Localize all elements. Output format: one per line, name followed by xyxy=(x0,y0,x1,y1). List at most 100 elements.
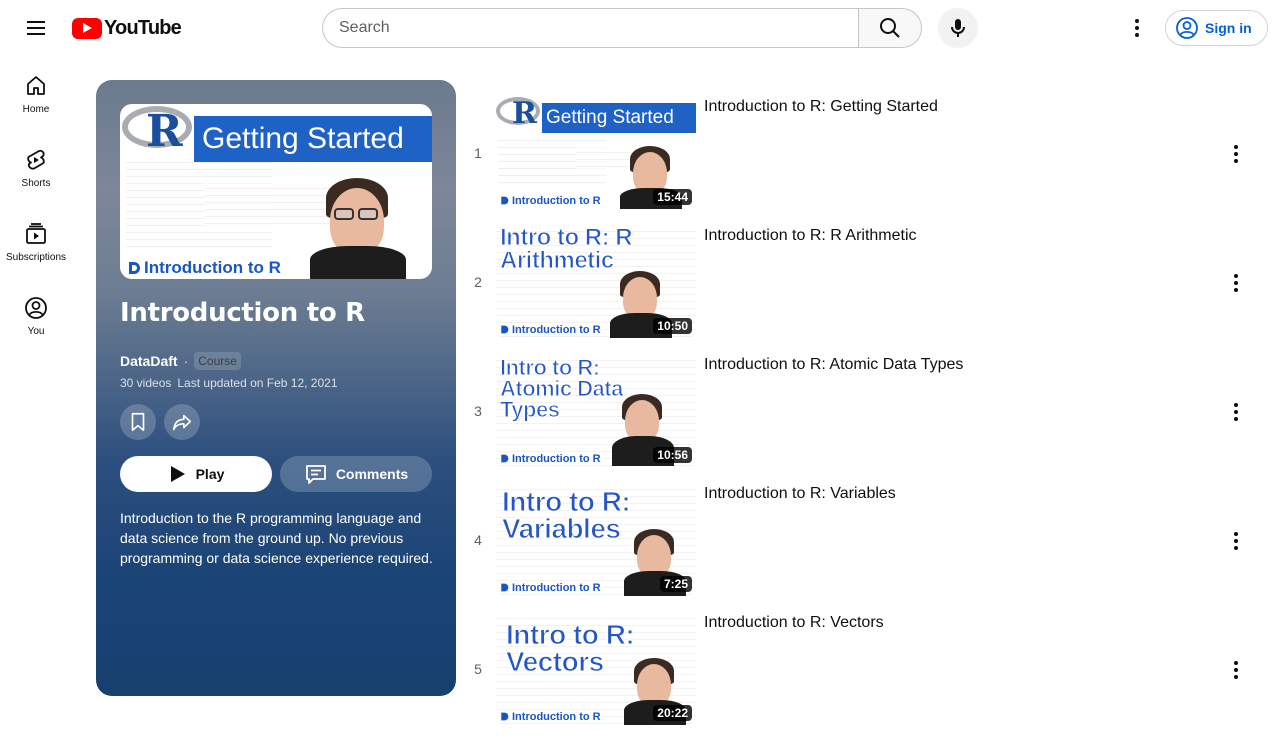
video-thumbnail[interactable]: Intro to R: Atomic Data Types Introducti… xyxy=(496,354,696,467)
video-title-link[interactable]: Introduction to R: Getting Started xyxy=(704,98,938,116)
nav-label-you: You xyxy=(27,326,45,337)
thumb-intro-tag: Introduction to R xyxy=(498,452,603,465)
thumb-intro-tag-text: Introduction to R xyxy=(512,194,601,207)
thumb-banner: Getting Started xyxy=(542,103,696,133)
nav-label-subscriptions: Subscriptions xyxy=(5,252,67,263)
thumb-intro-tag-text: Introduction to R xyxy=(512,710,601,723)
playlist-actions xyxy=(120,404,200,440)
nav-item-you[interactable]: You xyxy=(0,278,72,352)
search-box xyxy=(322,8,922,48)
logo-text: YouTube xyxy=(104,16,182,39)
shorts-icon xyxy=(27,149,45,170)
video-action-menu-button[interactable] xyxy=(1216,392,1256,432)
r-logo: R xyxy=(512,96,537,131)
course-badge: Course xyxy=(194,352,241,370)
search-input[interactable] xyxy=(322,8,859,48)
nav-label-home: Home xyxy=(22,104,50,115)
datadaft-logo-icon xyxy=(129,262,140,274)
thumb-intro-tag-text: Introduction to R xyxy=(512,581,601,594)
more-vert-icon xyxy=(1135,19,1139,37)
video-thumbnail[interactable]: Intro to R: Vectors Introduction to R 20… xyxy=(496,612,696,725)
thumb-person-glasses-2 xyxy=(358,208,378,220)
playlist-buttons: Play Comments xyxy=(120,456,432,492)
comments-button[interactable]: Comments xyxy=(280,456,432,492)
play-label: Play xyxy=(195,466,225,482)
more-vert-icon xyxy=(1234,403,1238,421)
playlist-video-list: 1 R Getting Started Introduction to R 15… xyxy=(464,96,1280,741)
video-index: 2 xyxy=(474,273,482,290)
hamburger-icon xyxy=(27,21,45,35)
playlist-thumbnail[interactable]: R Getting Started Introduction to R xyxy=(120,104,432,279)
thumb-person-face xyxy=(330,188,384,254)
video-action-menu-button[interactable] xyxy=(1216,263,1256,303)
playlist-description: Introduction to the R programming langua… xyxy=(120,510,433,566)
thumb-intro-tag: Introduction to R xyxy=(498,581,603,594)
thumb-person-shirt xyxy=(310,246,406,279)
owner-separator: · xyxy=(183,353,189,369)
more-vert-icon xyxy=(1234,145,1238,163)
nav-item-home[interactable]: Home xyxy=(0,56,72,130)
sign-in-button[interactable]: Sign in xyxy=(1165,10,1268,46)
thumb-intro-tag-text: Introduction to R xyxy=(144,258,281,277)
settings-menu-button[interactable] xyxy=(1117,8,1157,48)
playlist-video-row[interactable]: 3 Intro to R: Atomic Data Types Introduc… xyxy=(464,354,1280,483)
video-thumbnail[interactable]: R Getting Started Introduction to R 15:4… xyxy=(496,96,696,209)
last-updated: Last updated on Feb 12, 2021 xyxy=(177,376,338,390)
nav-item-shorts[interactable]: Shorts xyxy=(0,130,72,204)
sign-in-label: Sign in xyxy=(1205,20,1252,36)
thumb-big-text: Intro to R: Variables xyxy=(502,486,632,544)
search-icon xyxy=(880,18,900,38)
playlist-meta: 30 videos Last updated on Feb 12, 2021 xyxy=(120,376,338,390)
thumb-intro-tag: Introduction to R xyxy=(498,710,603,723)
share-icon xyxy=(172,414,192,431)
nav-label-shorts: Shorts xyxy=(21,178,51,189)
play-all-button[interactable]: Play xyxy=(120,456,272,492)
owner-name-link[interactable]: DataDaft xyxy=(120,353,178,369)
microphone-icon xyxy=(951,19,965,37)
thumb-banner: Getting Started xyxy=(194,116,432,162)
video-action-menu-button[interactable] xyxy=(1216,521,1256,561)
save-playlist-button[interactable] xyxy=(120,404,156,440)
search-button[interactable] xyxy=(858,8,922,48)
playlist-video-row[interactable]: 5 Intro to R: Vectors Introduction to R … xyxy=(464,612,1280,741)
playlist-video-row[interactable]: 4 Intro to R: Variables Introduction to … xyxy=(464,483,1280,612)
more-vert-icon xyxy=(1234,532,1238,550)
thumb-intro-tag: Introduction to R xyxy=(124,258,284,278)
nav-item-subscriptions[interactable]: Subscriptions xyxy=(0,204,72,278)
duration-badge: 15:44 xyxy=(653,189,692,205)
voice-search-button[interactable] xyxy=(938,8,978,48)
duration-badge: 10:50 xyxy=(653,318,692,334)
video-index: 5 xyxy=(474,660,482,677)
share-button[interactable] xyxy=(164,404,200,440)
video-title-link[interactable]: Introduction to R: Vectors xyxy=(704,614,884,632)
more-vert-icon xyxy=(1234,661,1238,679)
duration-badge: 10:56 xyxy=(653,447,692,463)
playlist-title: Introduction to R xyxy=(120,298,365,328)
video-title-link[interactable]: Introduction to R: Variables xyxy=(704,485,896,503)
playlist-video-row[interactable]: 2 Intro to R: R Arithmetic Introduction … xyxy=(464,225,1280,354)
video-action-menu-button[interactable] xyxy=(1216,650,1256,690)
playlist-header: R Getting Started Introduction to R Intr… xyxy=(96,80,456,696)
video-title-link[interactable]: Introduction to R: R Arithmetic xyxy=(704,227,917,245)
duration-badge: 20:22 xyxy=(653,705,692,721)
datadaft-logo-icon xyxy=(501,583,509,592)
comment-icon xyxy=(305,465,326,484)
playlist-video-row[interactable]: 1 R Getting Started Introduction to R 15… xyxy=(464,96,1280,225)
video-thumbnail[interactable]: Intro to R: Variables Introduction to R … xyxy=(496,483,696,596)
video-thumbnail[interactable]: Intro to R: R Arithmetic Introduction to… xyxy=(496,225,696,338)
home-icon xyxy=(27,76,45,95)
video-index: 1 xyxy=(474,144,482,161)
youtube-play-icon xyxy=(72,17,102,39)
video-action-menu-button[interactable] xyxy=(1216,134,1256,174)
video-title-link[interactable]: Introduction to R: Atomic Data Types xyxy=(704,356,963,374)
mini-guide: Home Shorts Subscriptions You xyxy=(0,56,72,352)
bookmark-icon xyxy=(131,412,145,432)
guide-menu-button[interactable] xyxy=(16,8,56,48)
thumb-intro-tag: Introduction to R xyxy=(498,194,603,207)
comments-label: Comments xyxy=(335,466,409,482)
r-logo: R xyxy=(146,106,183,157)
thumb-person-glasses xyxy=(334,208,354,220)
youtube-logo[interactable]: YouTube xyxy=(72,16,182,39)
thumb-big-text: Intro to R: R Arithmetic xyxy=(500,225,634,274)
thumb-intro-tag: Introduction to R xyxy=(498,323,603,336)
